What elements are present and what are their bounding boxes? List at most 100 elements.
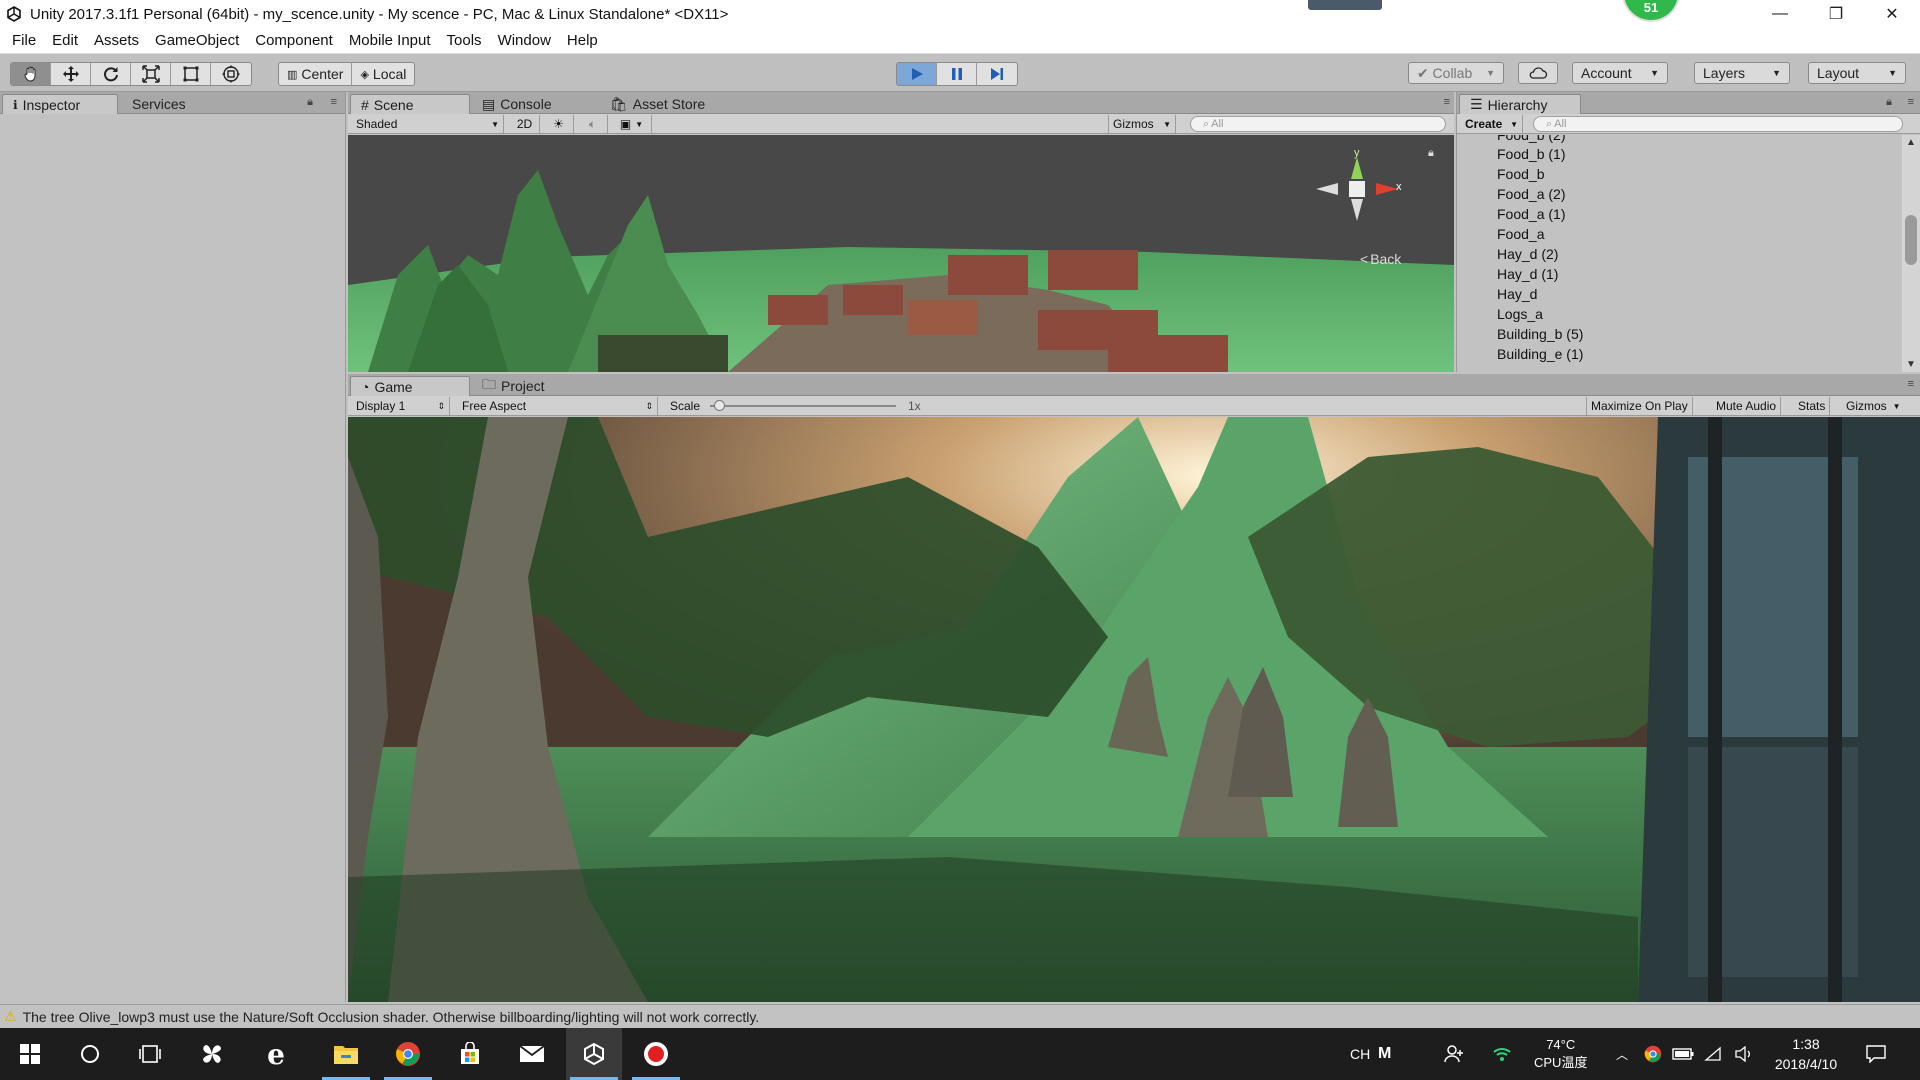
restore-button[interactable]: ❐ xyxy=(1808,0,1864,28)
wifi-icon[interactable] xyxy=(1704,1028,1722,1080)
rotate-tool-icon[interactable] xyxy=(91,63,131,85)
transform-tool-icon[interactable] xyxy=(211,63,251,85)
cpu-temperature[interactable]: 74°C CPU温度 xyxy=(1534,1028,1587,1080)
internet-explorer-icon[interactable]: e xyxy=(248,1028,304,1080)
windows-start-icon[interactable] xyxy=(2,1028,58,1080)
panel-menu-icon[interactable]: ≡ xyxy=(331,96,337,108)
hierarchy-search-input[interactable]: ⌕ All xyxy=(1533,116,1903,132)
maximize-on-play-toggle[interactable]: Maximize On Play xyxy=(1586,397,1693,415)
play-button[interactable] xyxy=(897,63,937,85)
chrome-tray-icon[interactable] xyxy=(1644,1028,1662,1080)
game-gizmos-dropdown[interactable]: Gizmos ▼ xyxy=(1842,397,1905,415)
people-icon[interactable] xyxy=(1444,1028,1464,1080)
game-viewport[interactable] xyxy=(348,417,1920,1002)
view-direction-label[interactable]: < Back xyxy=(1360,251,1401,267)
pivot-center-button[interactable]: ▥ Center xyxy=(279,63,353,85)
aspect-dropdown[interactable]: Free Aspect ⇕ xyxy=(458,397,658,415)
status-bar[interactable]: ⚠ The tree Olive_lowp3 must use the Natu… xyxy=(0,1004,1920,1028)
list-item[interactable]: Hay_d xyxy=(1497,286,1537,302)
shading-mode-dropdown[interactable]: Shaded ▼ xyxy=(352,115,504,133)
pause-button[interactable] xyxy=(937,63,977,85)
menu-mobile-input[interactable]: Mobile Input xyxy=(341,32,439,49)
hand-tool-icon[interactable] xyxy=(11,63,51,85)
battery-icon[interactable] xyxy=(1672,1028,1694,1080)
list-item[interactable]: Food_b xyxy=(1497,166,1544,182)
lock-icon[interactable]: 🔒︎ xyxy=(307,96,313,109)
gizmo-lock-icon[interactable]: 🔒︎ xyxy=(1428,147,1434,160)
create-dropdown[interactable]: Create ▼ xyxy=(1461,115,1523,133)
network-activity-icon[interactable] xyxy=(1492,1028,1512,1080)
lighting-toggle[interactable]: ☀ xyxy=(544,115,574,133)
lock-icon[interactable]: 🔒︎ xyxy=(1886,96,1892,109)
scroll-up-icon[interactable]: ▲ xyxy=(1906,137,1916,148)
menu-tools[interactable]: Tools xyxy=(439,32,490,49)
hierarchy-scrollbar[interactable]: ▲ ▼ xyxy=(1902,135,1920,372)
store-icon[interactable] xyxy=(442,1028,498,1080)
volume-icon[interactable] xyxy=(1734,1028,1754,1080)
tab-scene[interactable]: # Scene xyxy=(350,94,470,114)
minimized-thumbnail[interactable] xyxy=(1308,0,1382,10)
scroll-down-icon[interactable]: ▼ xyxy=(1906,359,1916,370)
audio-toggle[interactable]: 🔈︎ xyxy=(578,115,608,133)
mail-icon[interactable] xyxy=(504,1028,560,1080)
layers-dropdown[interactable]: Layers ▼ xyxy=(1694,62,1790,84)
tab-project[interactable]: 🗀︎ Project xyxy=(472,376,555,396)
stats-toggle[interactable]: Stats xyxy=(1794,397,1831,415)
search-cortana-icon[interactable] xyxy=(62,1028,118,1080)
scale-tool-icon[interactable] xyxy=(131,63,171,85)
record-icon[interactable] xyxy=(628,1028,684,1080)
minimize-button[interactable]: — xyxy=(1752,0,1808,28)
action-center-icon[interactable] xyxy=(1866,1028,1886,1080)
move-tool-icon[interactable] xyxy=(51,63,91,85)
list-item[interactable]: Building_b (5) xyxy=(1497,326,1583,342)
display-dropdown[interactable]: Display 1 ⇕ xyxy=(352,397,450,415)
task-view-icon[interactable] xyxy=(122,1028,178,1080)
pivot-local-button[interactable]: ◈ Local xyxy=(352,63,414,85)
ime-mode-indicator[interactable]: M xyxy=(1378,1028,1391,1080)
list-item[interactable]: Food_b (2) xyxy=(1497,135,1565,143)
menu-component[interactable]: Component xyxy=(247,32,341,49)
scene-gizmos-dropdown[interactable]: Gizmos ▼ xyxy=(1108,115,1176,133)
scene-viewport[interactable]: y x 🔒︎ < Back xyxy=(348,135,1454,372)
scale-slider-track[interactable] xyxy=(710,405,896,407)
file-explorer-icon[interactable] xyxy=(318,1028,374,1080)
list-item[interactable]: Food_a (1) xyxy=(1497,206,1565,222)
layout-dropdown[interactable]: Layout ▼ xyxy=(1808,62,1906,84)
panel-menu-icon[interactable]: ≡ xyxy=(1908,378,1914,390)
list-item[interactable]: Logs_a xyxy=(1497,306,1543,322)
orientation-gizmo[interactable]: y x xyxy=(1312,147,1402,233)
menu-window[interactable]: Window xyxy=(490,32,559,49)
list-item[interactable]: Hay_d (1) xyxy=(1497,266,1558,282)
list-item[interactable]: Building_e (1) xyxy=(1497,346,1583,362)
rect-tool-icon[interactable] xyxy=(171,63,211,85)
tab-game[interactable]: ◔ Game xyxy=(350,376,470,396)
list-item[interactable]: Food_a (2) xyxy=(1497,186,1565,202)
step-button[interactable] xyxy=(977,63,1017,85)
cloud-button[interactable] xyxy=(1518,62,1558,84)
tab-inspector[interactable]: ℹ Inspector xyxy=(2,94,118,114)
menu-file[interactable]: File xyxy=(4,32,44,49)
unity-taskbar-icon[interactable] xyxy=(566,1028,622,1080)
mute-audio-toggle[interactable]: Mute Audio xyxy=(1712,397,1782,415)
menu-help[interactable]: Help xyxy=(559,32,606,49)
menu-gameobject[interactable]: GameObject xyxy=(147,32,247,49)
toggle-2d-button[interactable]: 2D xyxy=(510,115,540,133)
scrollbar-thumb[interactable] xyxy=(1905,215,1917,265)
chevron-up-icon[interactable]: ︿ xyxy=(1616,1028,1628,1080)
list-item[interactable]: Food_b (1) xyxy=(1497,146,1565,162)
close-button[interactable]: ✕ xyxy=(1864,0,1920,28)
panel-menu-icon[interactable]: ≡ xyxy=(1444,96,1450,108)
tab-hierarchy[interactable]: ☰ Hierarchy xyxy=(1459,94,1581,114)
chrome-icon[interactable] xyxy=(380,1028,436,1080)
tab-console[interactable]: ▤ Console xyxy=(472,94,562,114)
tab-services[interactable]: Services xyxy=(122,94,196,114)
effects-dropdown[interactable]: ▣ ▼ xyxy=(612,115,652,133)
list-item[interactable]: Food_a xyxy=(1497,226,1544,242)
notification-badge[interactable]: 51 xyxy=(1622,0,1680,22)
list-item[interactable]: Hay_d (2) xyxy=(1497,246,1558,262)
scene-search-input[interactable]: ⌕ All xyxy=(1190,116,1446,132)
clock[interactable]: 1:38 2018/4/10 xyxy=(1770,1028,1842,1080)
tab-asset-store[interactable]: 🛍︎ Asset Store xyxy=(600,94,715,114)
panel-menu-icon[interactable]: ≡ xyxy=(1908,96,1914,108)
ime-indicator[interactable]: CH xyxy=(1350,1028,1370,1080)
